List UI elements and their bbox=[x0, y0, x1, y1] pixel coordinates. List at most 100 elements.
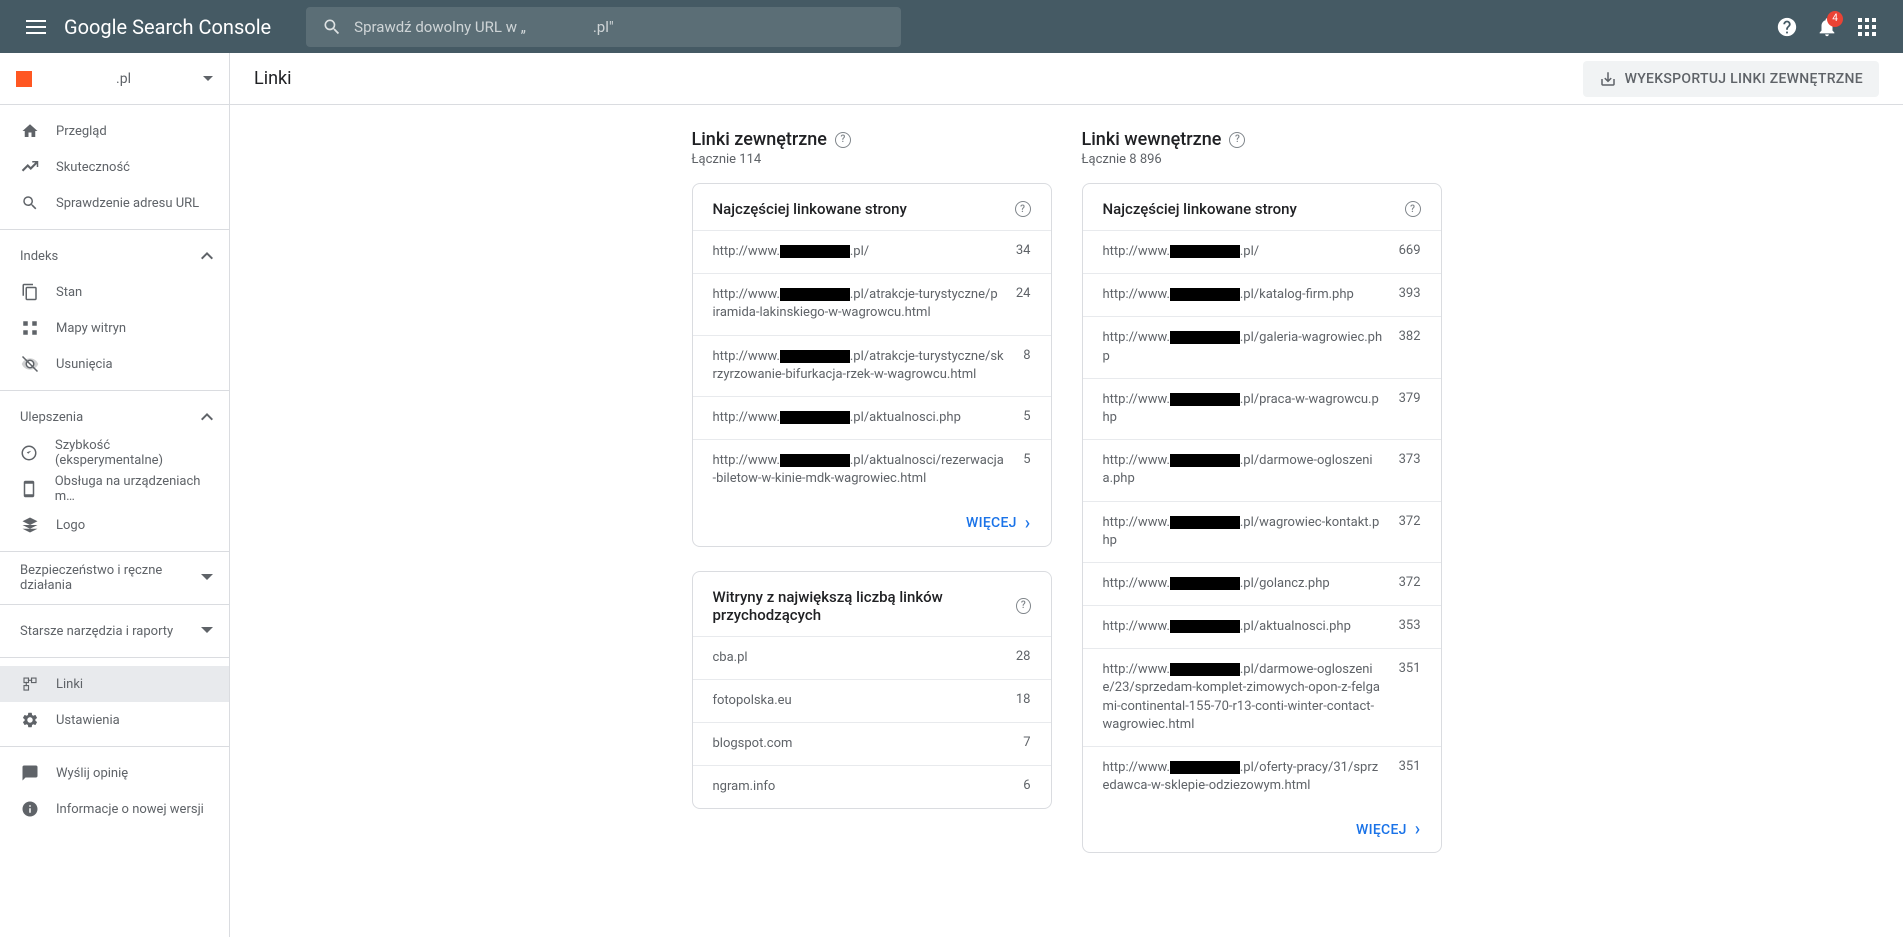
table-row[interactable]: http://www..pl/atrakcje-turystyczne/skrz… bbox=[693, 335, 1051, 396]
notifications-button[interactable]: 4 bbox=[1807, 7, 1847, 47]
property-selector[interactable]: .pl bbox=[0, 53, 229, 105]
table-row[interactable]: http://www..pl/34 bbox=[693, 230, 1051, 273]
redacted-domain bbox=[780, 288, 850, 301]
notification-badge: 4 bbox=[1827, 11, 1843, 27]
sidebar-item-coverage[interactable]: Stan bbox=[0, 274, 229, 310]
redacted-domain bbox=[780, 350, 850, 363]
table-row[interactable]: http://www..pl/aktualnosci.php353 bbox=[1083, 605, 1441, 648]
block-icon bbox=[20, 355, 40, 373]
count-cell: 34 bbox=[1016, 243, 1031, 261]
apps-button[interactable] bbox=[1847, 7, 1887, 47]
table-row[interactable]: http://www..pl/aktualnosci/rezerwacja-bi… bbox=[693, 439, 1051, 500]
site-cell: ngram.info bbox=[713, 778, 1008, 796]
count-cell: 5 bbox=[1023, 452, 1030, 488]
redacted-domain bbox=[1170, 331, 1240, 344]
help-icon[interactable]: ? bbox=[1016, 598, 1030, 614]
card-title: Najczęściej linkowane strony ? bbox=[693, 184, 1051, 230]
main-header: Google Search Console 4 bbox=[0, 0, 1903, 53]
sidebar-item-performance[interactable]: Skuteczność bbox=[0, 149, 229, 185]
table-row[interactable]: ngram.info6 bbox=[693, 765, 1051, 808]
help-icon[interactable]: ? bbox=[1229, 132, 1245, 148]
sidebar-item-mobile[interactable]: Obsługa na urządzeniach m… bbox=[0, 471, 229, 507]
more-link[interactable]: WIĘCEJ › bbox=[1083, 807, 1441, 852]
table-row[interactable]: fotopolska.eu18 bbox=[693, 679, 1051, 722]
table-row[interactable]: http://www..pl/darmowe-ogloszenie/23/spr… bbox=[1083, 648, 1441, 746]
chevron-right-icon: › bbox=[1415, 819, 1421, 840]
external-links-title: Linki zewnętrzne ? bbox=[692, 129, 1052, 150]
count-cell: 382 bbox=[1399, 329, 1421, 365]
external-links-total: Łącznie 114 bbox=[692, 152, 1052, 167]
url-search-input[interactable] bbox=[354, 18, 885, 36]
internal-links-column: Linki wewnętrzne ? Łącznie 8 896 Najczęś… bbox=[1082, 129, 1442, 913]
table-row[interactable]: http://www..pl/katalog-firm.php393 bbox=[1083, 273, 1441, 316]
sitemap-icon bbox=[20, 319, 40, 337]
url-cell: http://www..pl/wagrowiec-kontakt.php bbox=[1103, 514, 1383, 550]
more-link[interactable]: WIĘCEJ › bbox=[693, 501, 1051, 546]
external-links-column: Linki zewnętrzne ? Łącznie 114 Najczęści… bbox=[692, 129, 1052, 913]
apps-icon bbox=[1858, 18, 1876, 36]
external-top-pages-card: Najczęściej linkowane strony ? http://ww… bbox=[692, 183, 1052, 547]
sidebar-item-url-inspect[interactable]: Sprawdzenie adresu URL bbox=[0, 185, 229, 221]
table-row[interactable]: http://www..pl/oferty-pracy/31/sprzedawc… bbox=[1083, 746, 1441, 807]
site-favicon bbox=[16, 71, 32, 87]
internal-links-total: Łącznie 8 896 bbox=[1082, 152, 1442, 167]
url-cell: http://www..pl/golancz.php bbox=[1103, 575, 1383, 593]
main-area: Linki WYEKSPORTUJ LINKI ZEWNĘTRZNE Linki… bbox=[230, 53, 1903, 937]
count-cell: 373 bbox=[1399, 452, 1421, 488]
table-row[interactable]: blogspot.com7 bbox=[693, 722, 1051, 765]
url-search-bar[interactable] bbox=[306, 7, 901, 47]
sidebar-header-enhancements[interactable]: Ulepszenia bbox=[0, 399, 229, 435]
search-icon bbox=[20, 194, 40, 212]
url-cell: http://www..pl/oferty-pracy/31/sprzedawc… bbox=[1103, 759, 1383, 795]
sidebar-header-security[interactable]: Bezpieczeństwo i ręczne działania bbox=[0, 560, 229, 596]
sidebar-item-links[interactable]: Linki bbox=[0, 666, 229, 702]
help-button[interactable] bbox=[1767, 7, 1807, 47]
site-cell: fotopolska.eu bbox=[713, 692, 1000, 710]
redacted-domain bbox=[1170, 393, 1240, 406]
sidebar-header-index[interactable]: Indeks bbox=[0, 238, 229, 274]
home-icon bbox=[20, 122, 40, 140]
sidebar-item-removals[interactable]: Usunięcia bbox=[0, 346, 229, 382]
table-row[interactable]: http://www..pl/atrakcje-turystyczne/pira… bbox=[693, 273, 1051, 334]
table-row[interactable]: http://www..pl/darmowe-ogloszenia.php373 bbox=[1083, 439, 1441, 500]
help-icon[interactable]: ? bbox=[1015, 201, 1031, 217]
hamburger-menu[interactable] bbox=[16, 7, 56, 47]
table-row[interactable]: http://www..pl/galeria-wagrowiec.php382 bbox=[1083, 316, 1441, 377]
sidebar-item-overview[interactable]: Przegląd bbox=[0, 113, 229, 149]
links-icon bbox=[20, 675, 40, 693]
count-cell: 393 bbox=[1399, 286, 1421, 304]
count-cell: 372 bbox=[1399, 514, 1421, 550]
count-cell: 372 bbox=[1399, 575, 1421, 593]
sidebar-item-speed[interactable]: Szybkość (eksperymentalne) bbox=[0, 435, 229, 471]
sidebar-item-feedback[interactable]: Wyślij opinię bbox=[0, 755, 229, 791]
table-row[interactable]: http://www..pl/aktualnosci.php5 bbox=[693, 396, 1051, 439]
url-cell: http://www..pl/aktualnosci.php bbox=[1103, 618, 1383, 636]
help-icon[interactable]: ? bbox=[835, 132, 851, 148]
table-row[interactable]: cba.pl 28 bbox=[693, 636, 1051, 679]
site-label: .pl bbox=[44, 71, 203, 87]
count-cell: 5 bbox=[1023, 409, 1030, 427]
internal-top-pages-card: Najczęściej linkowane strony ? http://ww… bbox=[1082, 183, 1442, 853]
sidebar-header-legacy[interactable]: Starsze narzędzia i raporty bbox=[0, 613, 229, 649]
count-cell: 24 bbox=[1016, 286, 1031, 322]
page-header: Linki WYEKSPORTUJ LINKI ZEWNĘTRZNE bbox=[230, 53, 1903, 105]
info-icon bbox=[20, 800, 40, 818]
sidebar-item-about[interactable]: Informacje o nowej wersji bbox=[0, 791, 229, 827]
count-cell: 351 bbox=[1399, 759, 1421, 795]
export-button[interactable]: WYEKSPORTUJ LINKI ZEWNĘTRZNE bbox=[1583, 61, 1879, 97]
table-row[interactable]: http://www..pl/669 bbox=[1083, 230, 1441, 273]
count-cell: 351 bbox=[1399, 661, 1421, 734]
redacted-domain bbox=[1170, 577, 1240, 590]
site-cell: cba.pl bbox=[713, 649, 1000, 667]
table-row[interactable]: http://www..pl/praca-w-wagrowcu.php379 bbox=[1083, 378, 1441, 439]
sidebar-item-sitemaps[interactable]: Mapy witryn bbox=[0, 310, 229, 346]
count-cell: 669 bbox=[1399, 243, 1421, 261]
sidebar-item-settings[interactable]: Ustawienia bbox=[0, 702, 229, 738]
count-cell: 28 bbox=[1016, 649, 1031, 667]
table-row[interactable]: http://www..pl/golancz.php 372 bbox=[1083, 562, 1441, 605]
sidebar-item-logo[interactable]: Logo bbox=[0, 507, 229, 543]
table-row[interactable]: http://www..pl/wagrowiec-kontakt.php 372 bbox=[1083, 501, 1441, 562]
chevron-down-icon bbox=[201, 627, 213, 635]
count-cell: 7 bbox=[1023, 735, 1030, 753]
help-icon[interactable]: ? bbox=[1405, 201, 1421, 217]
